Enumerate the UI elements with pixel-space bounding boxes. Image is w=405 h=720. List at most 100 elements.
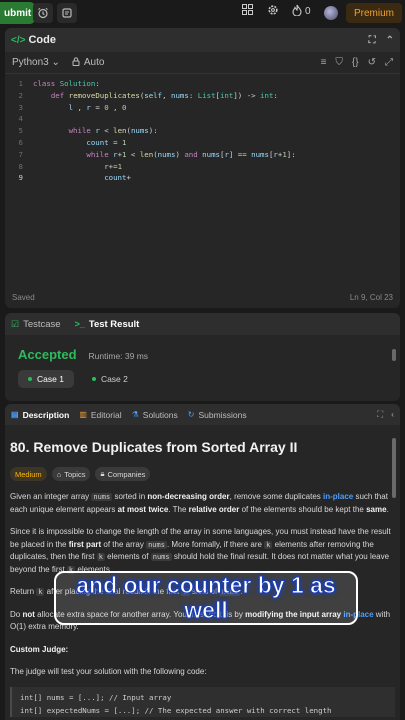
submit-label: ubmit: [4, 7, 32, 19]
tab-editorial-label: Editorial: [90, 409, 122, 420]
code-line[interactable]: 2 def removeDuplicates(self, nums: List[…: [5, 90, 400, 102]
line-number: 6: [18, 137, 23, 147]
autocomplete-toggle[interactable]: Auto: [72, 56, 105, 69]
case-2-label: Case 2: [100, 374, 128, 384]
description-scrollbar[interactable]: [392, 438, 396, 498]
tab-testcase[interactable]: ☑ Testcase: [11, 319, 61, 330]
result-panel: ☑ Testcase >_ Test Result Accepted Runti…: [5, 313, 400, 401]
description-paragraph-5: The judge will test your solution with t…: [10, 667, 207, 676]
description-paragraph-2: Since it is impossible to change the len…: [10, 527, 391, 574]
line-source: count = 1: [86, 137, 127, 147]
flask-icon: ⚗: [131, 410, 139, 419]
reset-icon[interactable]: ↺: [368, 57, 376, 68]
line-source: def removeDuplicates(self, nums: List[in…: [50, 90, 278, 100]
expand-icon[interactable]: ⤢: [385, 57, 393, 68]
judge-code-block: int[] nums = [...]; // Input array int[]…: [10, 686, 395, 717]
language-select[interactable]: Python3 ⌄: [12, 57, 60, 68]
tab-submissions[interactable]: ↻ Submissions: [188, 410, 247, 420]
case-1-button[interactable]: Case 1: [18, 370, 74, 388]
braces-icon[interactable]: {}: [352, 57, 359, 68]
tab-test-result[interactable]: >_ Test Result: [75, 319, 140, 330]
editor-status-bar: Saved Ln 9, Col 23: [5, 286, 400, 308]
line-source: class Solution:: [33, 79, 100, 88]
code-line[interactable]: 3 l , r = 0 , 0: [5, 102, 400, 114]
tab-solutions[interactable]: ⚗ Solutions: [132, 410, 178, 420]
description-paragraph-1: Given an integer array nums sorted in no…: [10, 492, 389, 514]
top-bar: ubmit 0 Premium: [0, 0, 405, 26]
lock-icon: [72, 56, 80, 69]
gear-icon[interactable]: [267, 4, 279, 16]
maximize-icon[interactable]: ⛶: [369, 35, 376, 46]
streak-count: 0: [305, 6, 311, 17]
code-line[interactable]: 6 count = 1: [5, 137, 400, 149]
alarm-icon[interactable]: [33, 3, 53, 23]
companies-tag[interactable]: 🔒︎ Companies: [95, 467, 151, 481]
line-number: 1: [18, 79, 23, 88]
line-source: while r < len(nums):: [68, 126, 158, 136]
custom-judge-heading: Custom Judge:: [10, 644, 69, 654]
premium-label: Premium: [353, 7, 394, 19]
submit-button[interactable]: ubmit: [0, 2, 36, 24]
result-tabs: ☑ Testcase >_ Test Result: [5, 313, 400, 335]
line-source: r+=1: [104, 161, 123, 171]
premium-button[interactable]: Premium: [345, 3, 402, 23]
saved-status: Saved: [12, 292, 35, 302]
line-number: 4: [18, 114, 23, 124]
chevron-left-icon[interactable]: ‹: [391, 409, 394, 420]
line-source: count+: [104, 173, 131, 183]
line-number: 3: [18, 102, 23, 112]
runtime-text: Runtime: 39 ms: [88, 351, 149, 361]
document-icon: ▤: [11, 410, 19, 419]
line-number: 9: [18, 173, 23, 183]
difficulty-badge[interactable]: Medium: [10, 467, 47, 481]
code-line[interactable]: 7 while r+1 < len(nums) and nums[r] == n…: [5, 149, 400, 161]
maximize-icon[interactable]: ⛶: [377, 409, 383, 420]
code-panel-title: Code: [28, 34, 56, 46]
code-panel: </> Code ⛶ ⌃ Python3 ⌄ Auto ≡ ⛉ {} ↺ ⤢ 1…: [5, 28, 400, 308]
line-source: l , r = 0 , 0: [68, 102, 127, 112]
cursor-position: Ln 9, Col 23: [349, 292, 393, 302]
code-line[interactable]: 1 class Solution:: [5, 78, 400, 90]
case-1-label: Case 1: [37, 374, 64, 384]
topics-tag[interactable]: ⌂ Topics: [51, 467, 91, 481]
streak-counter[interactable]: 0: [292, 4, 311, 19]
tab-description-label: Description: [22, 409, 70, 420]
terminal-icon: >_: [74, 319, 85, 329]
code-line[interactable]: 4: [5, 113, 400, 125]
bookmark-icon[interactable]: ⛉: [335, 57, 343, 68]
chevron-up-icon[interactable]: ⌃: [386, 35, 394, 46]
tab-solutions-label: Solutions: [142, 409, 178, 420]
avatar[interactable]: [324, 6, 338, 20]
book-icon: ▥: [79, 410, 87, 419]
code-line[interactable]: 5 while r < len(nums):: [5, 125, 400, 137]
fire-icon: [292, 4, 302, 19]
tag-icon: ⌂: [56, 469, 62, 479]
code-line[interactable]: 9 count+: [5, 172, 400, 184]
code-panel-header: </> Code ⛶ ⌃: [5, 28, 400, 52]
code-line[interactable]: 8 r+=1: [5, 161, 400, 173]
autocomplete-label: Auto: [83, 57, 105, 68]
description-tabs: ▤ Description ▥ Editorial ⚗ Solutions ↻ Subm…: [5, 404, 400, 425]
line-number: 8: [18, 161, 23, 171]
tab-description[interactable]: ▤ Description: [11, 410, 69, 420]
pass-dot-icon: [91, 377, 96, 381]
line-number: 2: [18, 90, 23, 100]
code-brackets-icon: </>: [11, 34, 26, 46]
history-icon: ↻: [187, 410, 195, 419]
case-2-button[interactable]: Case 2: [82, 370, 138, 388]
description-panel: ▤ Description ▥ Editorial ⚗ Solutions ↻ Subm…: [5, 404, 400, 720]
language-label: Python3: [12, 57, 49, 68]
problem-title: 80. Remove Duplicates from Sorted Array …: [10, 439, 298, 455]
result-scrollbar[interactable]: [392, 349, 396, 361]
note-icon[interactable]: [57, 3, 77, 23]
checkbox-icon: ☑: [11, 318, 20, 329]
tab-editorial[interactable]: ▥ Editorial: [79, 410, 121, 420]
chevron-down-icon: ⌄: [51, 57, 60, 68]
grid-icon[interactable]: [242, 4, 253, 15]
code-editor[interactable]: 1 class Solution: 2 def removeDuplicates(s…: [5, 74, 400, 184]
format-icon[interactable]: ≡: [321, 57, 327, 68]
tab-submissions-label: Submissions: [198, 409, 247, 420]
line-source: [27, 113, 33, 125]
line-source: while r+1 < len(nums) and nums[r] == num…: [86, 149, 296, 159]
editor-toolbar: Python3 ⌄ Auto ≡ ⛉ {} ↺ ⤢: [5, 52, 400, 74]
